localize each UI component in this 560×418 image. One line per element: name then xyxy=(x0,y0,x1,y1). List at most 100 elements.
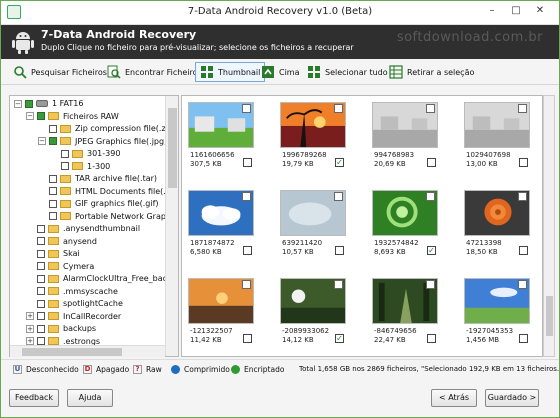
find-file-button[interactable]: Encontrar Ficheiro xyxy=(107,62,198,82)
thumbnail-checkbox[interactable] xyxy=(427,158,436,167)
tree-checkbox[interactable] xyxy=(37,237,45,245)
close-button[interactable]: ✕ xyxy=(533,5,547,16)
thumbnail-checkbox[interactable] xyxy=(243,158,252,167)
thumbnail-corner-checkbox[interactable] xyxy=(334,104,343,113)
thumbnail-item[interactable]: -2089933062 14,12 KB ✓ xyxy=(278,276,348,348)
thumbnail-checkbox[interactable] xyxy=(243,334,252,343)
thumbnail-corner-checkbox[interactable] xyxy=(242,280,251,289)
tree-item[interactable]: AlarmClockUltra_Free_back xyxy=(26,272,172,285)
tree-hscroll-thumb[interactable] xyxy=(22,348,122,356)
deselect-button[interactable]: Retirar a seleção xyxy=(389,62,474,82)
tree-checkbox[interactable] xyxy=(49,124,57,133)
tree-item[interactable]: Portable Network Graph xyxy=(38,210,171,223)
thumbnail-corner-checkbox[interactable] xyxy=(426,280,435,289)
tree-item[interactable]: Cymera xyxy=(26,260,94,273)
thumbnail-checkbox[interactable] xyxy=(427,334,436,343)
tree-checkbox[interactable] xyxy=(37,287,45,295)
thumbnail-corner-checkbox[interactable] xyxy=(518,192,527,201)
thumbnail-item[interactable]: -1927045353 1,456 MB xyxy=(462,276,532,348)
tree-checkbox[interactable] xyxy=(37,224,45,233)
thumbnail-item[interactable]: 1871874872 6,580 KB xyxy=(186,188,256,260)
tree-checkbox[interactable] xyxy=(37,337,45,345)
minimize-button[interactable]: – xyxy=(485,5,499,16)
thumbnail-item[interactable]: 639211420 10,57 KB xyxy=(278,188,348,260)
thumbnail-checkbox[interactable] xyxy=(519,246,528,255)
tree-horizontal-scrollbar[interactable] xyxy=(10,345,165,357)
thumbnail-corner-checkbox[interactable] xyxy=(518,280,527,289)
thumbnail-item[interactable]: 1932574842 8,693 KB ✓ xyxy=(370,188,440,260)
tree-checkbox[interactable] xyxy=(37,274,45,283)
tree-item[interactable]: spotlightCache xyxy=(26,297,123,310)
tree-item[interactable]: anysend xyxy=(26,235,97,248)
tree-checkbox[interactable] xyxy=(37,324,45,333)
help-button[interactable]: Ajuda xyxy=(67,389,113,407)
thumbnail-corner-checkbox[interactable] xyxy=(334,280,343,289)
tree-vertical-scrollbar[interactable] xyxy=(165,96,178,356)
thumbnail-corner-checkbox[interactable] xyxy=(242,104,251,113)
up-button[interactable]: Cima xyxy=(261,62,300,82)
tree-checkbox[interactable] xyxy=(37,312,45,320)
thumbnail-corner-checkbox[interactable] xyxy=(242,192,251,201)
thumbnail-checkbox[interactable] xyxy=(519,158,528,167)
thumbnail-corner-checkbox[interactable] xyxy=(426,104,435,113)
thumbnail-corner-checkbox[interactable] xyxy=(334,192,343,201)
tree-item[interactable]: HTML Documents file(.ht xyxy=(38,185,174,198)
tree-checkbox[interactable] xyxy=(49,137,57,145)
thumbnail-button[interactable]: Thumbnail xyxy=(195,62,266,82)
thumbnail-item[interactable]: 1029407698 13,00 KB xyxy=(462,100,532,172)
tree-vscroll-thumb[interactable] xyxy=(168,108,177,188)
tree-checkbox[interactable] xyxy=(49,199,57,208)
thumbnail-item[interactable]: -846749656 22,47 KB xyxy=(370,276,440,348)
collapse-icon[interactable]: − xyxy=(14,99,22,108)
grid-scrollbar[interactable] xyxy=(543,95,555,357)
tree-item[interactable]: GIF graphics file(.gif) xyxy=(38,197,159,210)
thumbnail-item[interactable]: 1996789268 19,79 KB ✓ xyxy=(278,100,348,172)
tree-checkbox[interactable] xyxy=(37,249,45,258)
thumbnail-checkbox[interactable]: ✓ xyxy=(427,246,436,255)
thumbnail-corner-checkbox[interactable] xyxy=(518,104,527,113)
select-all-button[interactable]: Selecionar tudo xyxy=(307,62,388,82)
thumbnail-checkbox[interactable] xyxy=(335,246,344,255)
expand-icon[interactable]: + xyxy=(26,337,34,345)
tree-item[interactable]: TAR archive file(.tar) xyxy=(38,172,157,185)
tree-item[interactable]: + backups xyxy=(26,322,96,335)
back-button[interactable]: < Atrás xyxy=(431,389,477,407)
collapse-icon[interactable]: − xyxy=(26,112,34,120)
tree-checkbox[interactable] xyxy=(49,187,57,195)
tree-item[interactable]: .anysendthumbnail xyxy=(26,222,140,235)
tree-item[interactable]: 1-300 xyxy=(50,160,110,173)
thumbnail-checkbox[interactable]: ✓ xyxy=(335,334,344,343)
thumbnail-checkbox[interactable]: ✓ xyxy=(335,158,344,167)
tree-checkbox[interactable] xyxy=(25,99,33,108)
thumbnail-checkbox[interactable] xyxy=(519,334,528,343)
search-files-button[interactable]: Pesquisar Ficheiros xyxy=(13,62,107,82)
tree-checkbox[interactable] xyxy=(37,299,45,308)
tree-checkbox[interactable] xyxy=(49,212,57,220)
collapse-icon[interactable]: − xyxy=(38,137,46,145)
grid-scroll-thumb[interactable] xyxy=(546,296,553,336)
tree-checkbox[interactable] xyxy=(37,112,45,120)
expand-icon[interactable]: + xyxy=(26,312,34,320)
thumbnail-item[interactable]: 1161606656 307,5 KB xyxy=(186,100,256,172)
tree-item[interactable]: Zip compression file(.zip) xyxy=(38,122,176,135)
feedback-button[interactable]: Feedback xyxy=(9,389,59,407)
tree-checkbox[interactable] xyxy=(49,174,57,183)
tree-checkbox[interactable] xyxy=(61,149,69,158)
thumbnail-item[interactable]: 47213398 18,50 KB xyxy=(462,188,532,260)
tree-item[interactable]: .mmsyscache xyxy=(26,285,118,298)
maximize-button[interactable]: □ xyxy=(509,5,523,16)
tree-item[interactable]: − 1 FAT16 xyxy=(14,97,83,110)
tree-item[interactable]: − Ficheiros RAW xyxy=(26,110,119,123)
thumbnail-checkbox[interactable] xyxy=(243,246,252,255)
thumbnail-item[interactable]: 994768983 20,69 KB xyxy=(370,100,440,172)
tree-checkbox[interactable] xyxy=(37,262,45,270)
next-button[interactable]: Guardado > xyxy=(485,389,539,407)
thumbnail-corner-checkbox[interactable] xyxy=(426,192,435,201)
tree-item[interactable]: − JPEG Graphics file(.jpg,.j xyxy=(38,135,171,148)
expand-icon[interactable]: + xyxy=(26,324,34,333)
tree-item[interactable]: + InCallRecorder xyxy=(26,310,121,323)
thumbnail-item[interactable]: -121322507 11,42 KB xyxy=(186,276,256,348)
tree-item[interactable]: Skai xyxy=(26,247,80,260)
folder-tree[interactable]: − 1 FAT16 − Ficheiros RAW Zip compression fi… xyxy=(9,95,179,357)
tree-item[interactable]: 301-390 xyxy=(50,147,120,160)
